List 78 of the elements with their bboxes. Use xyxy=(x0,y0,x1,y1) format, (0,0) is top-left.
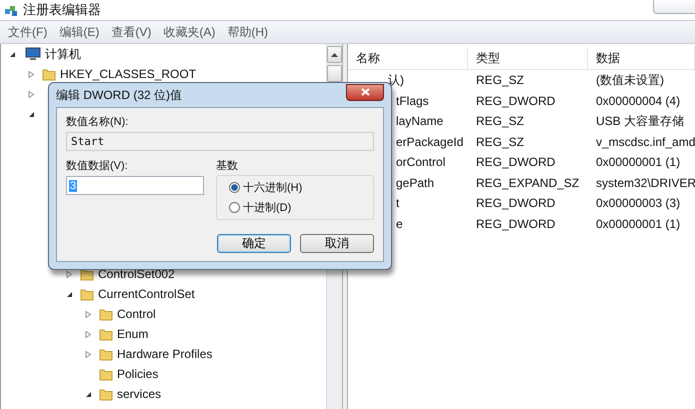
tree-item[interactable]: CurrentControlSet xyxy=(98,287,195,301)
menu-item[interactable]: 文件(F) xyxy=(2,24,54,40)
tree-item[interactable]: services xyxy=(117,387,162,401)
value-name[interactable]: tFlags xyxy=(396,94,429,108)
dialog-button[interactable]: 取消 xyxy=(300,234,374,253)
value-name[interactable]: layName xyxy=(396,114,444,128)
value-type: REG_DWORD xyxy=(475,155,556,170)
value-data: 0x00000004 (4) xyxy=(595,94,682,108)
value-name[interactable]: erPackageId xyxy=(396,134,464,149)
value-data: system32\DRIVER xyxy=(595,176,695,190)
collapsed-arrow-icon[interactable] xyxy=(84,310,92,318)
tree-item[interactable]: Policies xyxy=(117,367,158,381)
value-type: REG_EXPAND_SZ xyxy=(475,176,580,190)
value-data: 0x00000001 (1) xyxy=(595,155,682,170)
tree-item[interactable]: Hardware Profiles xyxy=(117,347,212,361)
tree-item[interactable]: Control xyxy=(117,307,156,321)
value-type: REG_SZ xyxy=(475,73,526,88)
value-name-field[interactable]: Start xyxy=(66,132,374,151)
radio-label[interactable]: 十六进制(H) xyxy=(243,180,302,195)
field-label: 数值名称(N): xyxy=(66,115,130,129)
folder-icon xyxy=(99,328,113,340)
value-data: USB 大容量存储 xyxy=(595,112,686,130)
folder-icon xyxy=(80,288,94,300)
folder-icon xyxy=(80,268,94,280)
expanded-arrow-icon[interactable] xyxy=(28,110,34,118)
value-data: 0x00000003 (3) xyxy=(595,196,682,210)
folder-icon xyxy=(99,388,113,400)
value-name[interactable]: 认) xyxy=(388,72,404,89)
value-data: (数值未设置) xyxy=(595,72,665,89)
scrollbar-thumb[interactable] xyxy=(327,65,342,82)
column-header[interactable]: 名称 xyxy=(348,47,468,69)
close-icon xyxy=(360,88,370,96)
tree-item[interactable]: HKEY_CLASSES_ROOT xyxy=(60,67,196,81)
folder-icon xyxy=(99,308,113,320)
value-name[interactable]: gePath xyxy=(396,176,434,190)
value-data: 0x00000001 (1) xyxy=(595,216,682,231)
radio-button[interactable] xyxy=(229,202,240,213)
value-name[interactable]: orControl xyxy=(396,155,446,170)
value-type: REG_DWORD xyxy=(475,216,556,231)
tree-item[interactable]: Enum xyxy=(117,327,148,341)
value-name[interactable]: t xyxy=(396,196,400,210)
collapsed-arrow-icon[interactable] xyxy=(84,330,92,338)
window-title: 注册表编辑器 xyxy=(23,1,101,19)
expanded-arrow-icon[interactable] xyxy=(84,390,92,398)
menu-item[interactable]: 编辑(E) xyxy=(53,24,106,40)
dialog-button[interactable]: 确定 xyxy=(217,234,291,253)
radio-label[interactable]: 十进制(D) xyxy=(243,200,292,215)
tree-item[interactable]: 计算机 xyxy=(45,46,81,62)
computer-icon xyxy=(25,47,41,61)
folder-icon xyxy=(42,68,56,80)
menu-item[interactable]: 帮助(H) xyxy=(221,24,274,40)
close-button[interactable] xyxy=(346,84,384,100)
up-arrow-icon xyxy=(331,52,338,56)
collapsed-arrow-icon[interactable] xyxy=(84,350,92,358)
value-type: REG_SZ xyxy=(475,114,526,128)
field-label: 数值数据(V): xyxy=(66,159,129,173)
menu-item[interactable]: 查看(V) xyxy=(105,24,158,40)
scroll-up-button[interactable] xyxy=(327,46,342,63)
collapsed-arrow-icon[interactable] xyxy=(66,270,72,278)
radio-button[interactable] xyxy=(229,182,240,193)
expanded-arrow-icon[interactable] xyxy=(8,50,16,58)
menu-item[interactable]: 收藏夹(A) xyxy=(157,24,222,40)
value-data: v_mscdsc.inf_amd xyxy=(595,134,695,149)
column-header[interactable]: 类型 xyxy=(468,47,588,69)
tree-item[interactable]: ControlSet002 xyxy=(98,267,175,281)
collapsed-arrow-icon[interactable] xyxy=(28,70,34,78)
folder-icon xyxy=(99,368,113,380)
value-type: REG_DWORD xyxy=(475,94,556,108)
collapsed-arrow-icon[interactable] xyxy=(28,90,34,98)
value-type: REG_SZ xyxy=(475,134,526,149)
expanded-arrow-icon[interactable] xyxy=(66,290,72,298)
value-name[interactable]: e xyxy=(396,216,403,231)
registry-cubes-icon xyxy=(4,3,19,17)
column-header[interactable]: 数据 xyxy=(588,47,695,69)
dialog-title: 编辑 DWORD (32 位)值 xyxy=(56,86,182,104)
folder-icon xyxy=(99,348,113,360)
value-type: REG_DWORD xyxy=(475,196,556,210)
group-label: 基数 xyxy=(216,159,239,173)
